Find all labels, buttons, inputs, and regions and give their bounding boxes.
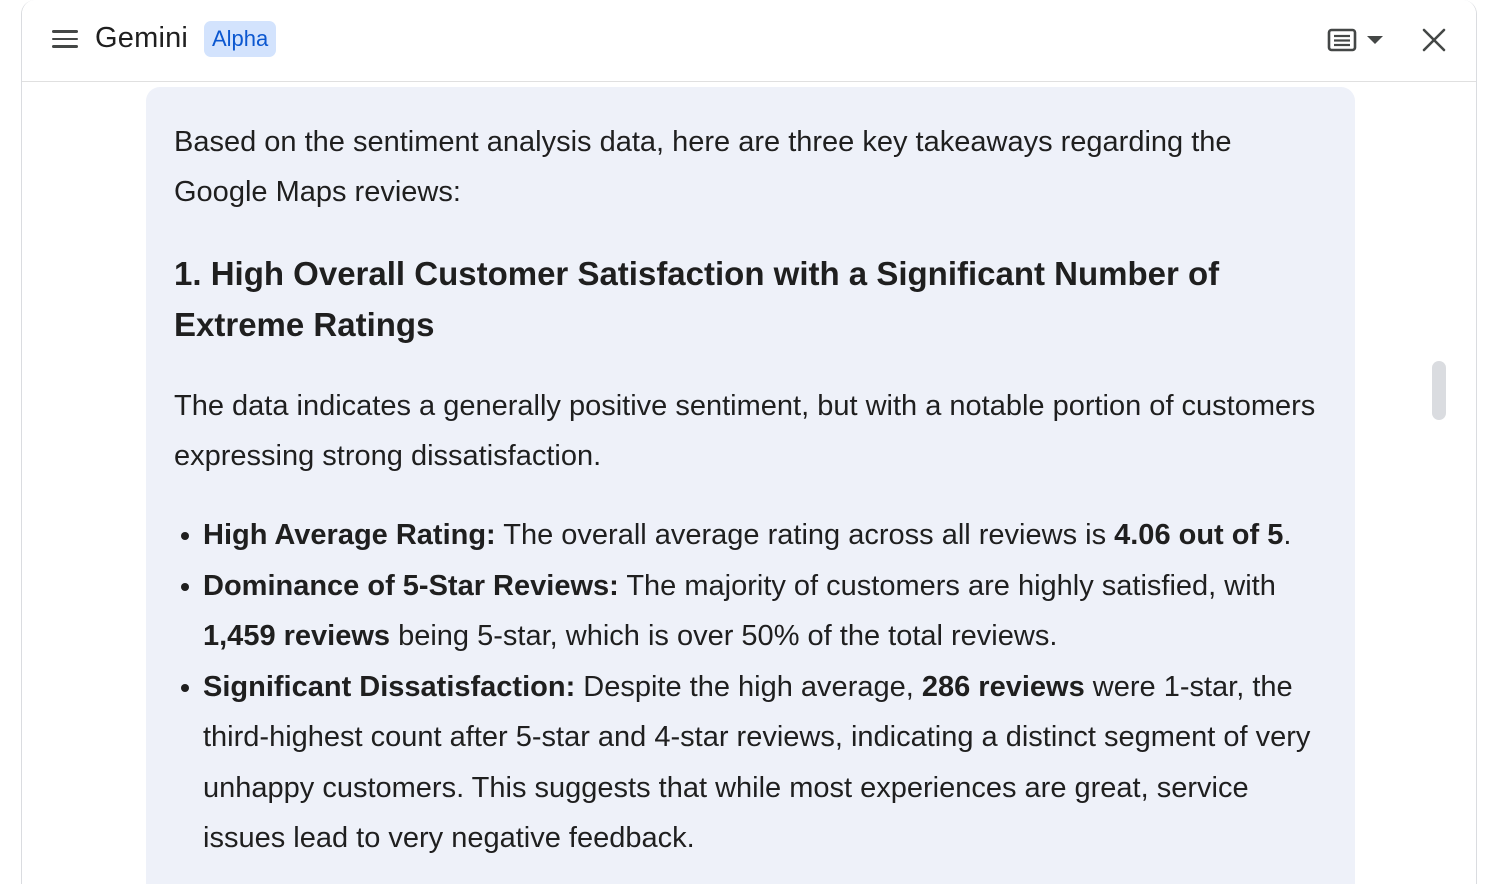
menu-icon-bar [52,45,78,48]
list-item: High Average Rating: The overall average… [181,510,1327,561]
bullet-text: . [1283,519,1292,551]
section-heading: 1. High Overall Customer Satisfaction wi… [174,255,1220,343]
bullet-label: Dominance of 5-Star Reviews: [203,569,619,602]
bullet-label: Significant Dissatisfaction: [203,670,576,703]
list-item: Dominance of 5-Star Reviews: The majorit… [181,561,1327,662]
bullet-highlight: 1,459 reviews [203,620,391,652]
bullet-text: being 5-star, which is over 50% of the t… [390,620,1058,652]
close-icon [1422,28,1446,52]
bullet-highlight: 286 reviews [921,670,1085,703]
menu-icon-bar [52,30,78,33]
caret-down-icon [1367,36,1383,44]
menu-button[interactable] [50,27,80,51]
bullet-label: High Average Rating: [203,519,496,551]
bullet-text: The overall average rating across all re… [495,519,1115,551]
alpha-badge: Alpha [204,21,277,57]
bullet-highlight: 4.06 out of 5 [1114,519,1284,551]
chat-content: Based on the sentiment analysis data, he… [22,83,1476,884]
bullet-text: Despite the high average, [575,670,922,703]
view-toggle-button[interactable] [1326,24,1392,56]
takeaway-list: High Average Rating: The overall average… [174,510,1327,864]
list-item: Significant Dissatisfaction: Despite the… [181,662,1327,864]
section-paragraph: The data indicates a generally positive … [174,390,1316,472]
close-button[interactable] [1418,24,1450,56]
response-bubble: Based on the sentiment analysis data, he… [146,87,1355,884]
menu-icon-bar [52,37,78,41]
scrollbar-thumb[interactable] [1432,361,1446,420]
bullet-text: The majority of customers are highly sat… [618,569,1276,602]
response-intro: Based on the sentiment analysis data, he… [174,126,1232,208]
panel-header: Gemini Alpha [22,0,1476,82]
view-toggle-icon [1327,28,1383,52]
gemini-side-panel: Gemini Alpha Based on the sentiment anal… [21,0,1477,884]
app-title: Gemini [95,22,189,54]
